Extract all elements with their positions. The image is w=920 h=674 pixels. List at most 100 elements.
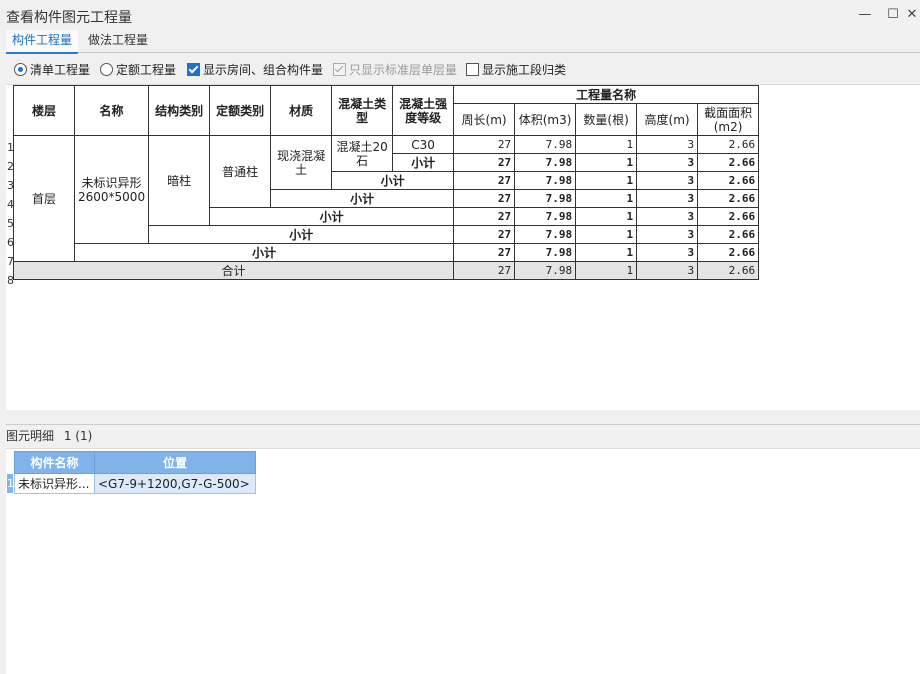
header-floor[interactable]: 楼层 bbox=[13, 85, 75, 136]
header-height[interactable]: 高度(m) bbox=[636, 103, 699, 136]
radio-unselected-icon bbox=[100, 63, 113, 76]
cell-volume[interactable]: 7.98 bbox=[514, 243, 577, 262]
radio-quota-quantity[interactable]: 定额工程量 bbox=[100, 60, 176, 80]
cell-area[interactable]: 2.66 bbox=[697, 135, 760, 154]
cell-height[interactable]: 3 bbox=[636, 207, 699, 226]
header-quantity-name[interactable]: 工程量名称 bbox=[453, 85, 760, 104]
window-title: 查看构件图元工程量 bbox=[6, 10, 132, 26]
cell-count[interactable]: 1 bbox=[575, 207, 638, 226]
detail-panel: 1 构件名称 位置 未标识异形... <G7-9+1200,G7-G-500> bbox=[6, 448, 920, 674]
table-row-total[interactable]: 合计 27 7.98 1 3 2.66 bbox=[12, 261, 760, 280]
header-perimeter[interactable]: 周长(m) bbox=[453, 103, 516, 136]
tab-component-quantity[interactable]: 构件工程量 bbox=[6, 30, 79, 54]
detail-count: 1 (1) bbox=[63, 429, 93, 443]
cell-quota-type[interactable]: 普通柱 bbox=[209, 135, 272, 208]
radio-quota-label: 定额工程量 bbox=[116, 63, 177, 77]
cell-perimeter[interactable]: 27 bbox=[453, 135, 516, 154]
checkbox-show-rooms[interactable]: 显示房间、组合构件量 bbox=[187, 60, 323, 80]
cell-subtotal[interactable]: 小计 bbox=[331, 171, 455, 190]
header-concrete-type[interactable]: 混凝土类型 bbox=[331, 85, 394, 136]
cell-area[interactable]: 2.66 bbox=[697, 225, 760, 244]
cell-count[interactable]: 1 bbox=[575, 261, 638, 280]
cell-count[interactable]: 1 bbox=[575, 171, 638, 190]
cell-volume[interactable]: 7.98 bbox=[514, 153, 577, 172]
cell-volume[interactable]: 7.98 bbox=[514, 225, 577, 244]
checkbox-show-sections[interactable]: 显示施工段归类 bbox=[466, 60, 566, 80]
cell-height[interactable]: 3 bbox=[636, 189, 699, 208]
cell-concrete-type[interactable]: 混凝土20石 bbox=[331, 135, 394, 172]
cell-area[interactable]: 2.66 bbox=[697, 207, 760, 226]
cell-struct-type[interactable]: 暗柱 bbox=[148, 135, 211, 226]
cell-volume[interactable]: 7.98 bbox=[514, 207, 577, 226]
cell-perimeter[interactable]: 27 bbox=[453, 261, 516, 280]
cell-count[interactable]: 1 bbox=[575, 225, 638, 244]
cell-perimeter[interactable]: 27 bbox=[453, 153, 516, 172]
header-quota-type[interactable]: 定额类别 bbox=[209, 85, 272, 136]
maximize-icon[interactable]: ☐ bbox=[883, 6, 903, 24]
table-row[interactable]: 首层 未标识异形2600*5000 暗柱 普通柱 现浇混凝土 混凝土20石 C3… bbox=[13, 135, 760, 262]
cell-volume[interactable]: 7.98 bbox=[514, 135, 577, 154]
cell-volume[interactable]: 7.98 bbox=[514, 261, 577, 280]
cell-height[interactable]: 3 bbox=[636, 171, 699, 190]
cell-count[interactable]: 1 bbox=[575, 135, 638, 154]
cell-subtotal[interactable]: 小计 bbox=[73, 243, 455, 262]
minimize-icon[interactable]: — bbox=[855, 6, 875, 24]
header-material[interactable]: 材质 bbox=[270, 85, 333, 136]
detail-header-position[interactable]: 位置 bbox=[94, 451, 256, 474]
header-name[interactable]: 名称 bbox=[73, 85, 150, 136]
cell-height[interactable]: 3 bbox=[636, 243, 699, 262]
cell-perimeter[interactable]: 27 bbox=[453, 189, 516, 208]
radio-selected-icon bbox=[14, 63, 27, 76]
show-sections-label: 显示施工段归类 bbox=[482, 63, 567, 77]
detail-header-name[interactable]: 构件名称 bbox=[14, 451, 95, 474]
show-rooms-label: 显示房间、组合构件量 bbox=[203, 63, 324, 77]
header-struct-type[interactable]: 结构类别 bbox=[148, 85, 211, 136]
cell-count[interactable]: 1 bbox=[575, 153, 638, 172]
detail-row[interactable]: 未标识异形... <G7-9+1200,G7-G-500> bbox=[14, 473, 256, 494]
detail-cell-position[interactable]: <G7-9+1200,G7-G-500> bbox=[94, 473, 256, 494]
checkbox-unchecked-icon bbox=[466, 63, 479, 76]
cell-count[interactable]: 1 bbox=[575, 189, 638, 208]
cell-subtotal[interactable]: 小计 bbox=[392, 153, 455, 172]
table-row[interactable]: 小计 27 7.98 1 3 2.66 bbox=[14, 243, 760, 262]
cell-total[interactable]: 合计 bbox=[12, 261, 455, 280]
cell-volume[interactable]: 7.98 bbox=[514, 189, 577, 208]
detail-row-number: 1 bbox=[7, 474, 14, 493]
cell-area[interactable]: 2.66 bbox=[697, 189, 760, 208]
cell-height[interactable]: 3 bbox=[636, 153, 699, 172]
detail-cell-name[interactable]: 未标识异形... bbox=[14, 473, 95, 494]
cell-height[interactable]: 3 bbox=[636, 225, 699, 244]
radio-list-label: 清单工程量 bbox=[30, 63, 91, 77]
cell-height[interactable]: 3 bbox=[636, 135, 699, 154]
cell-material[interactable]: 现浇混凝土 bbox=[270, 135, 333, 190]
only-standard-label: 只显示标准层单层量 bbox=[349, 63, 458, 77]
quantity-panel: 1 2 3 4 5 6 7 8 楼层 名称 结构类别 定额类别 材质 混凝土类型… bbox=[6, 84, 920, 411]
header-area[interactable]: 截面面积(m2) bbox=[697, 103, 760, 136]
cell-perimeter[interactable]: 27 bbox=[453, 207, 516, 226]
cell-height[interactable]: 3 bbox=[636, 261, 699, 280]
cell-count[interactable]: 1 bbox=[575, 243, 638, 262]
tab-method-quantity[interactable]: 做法工程量 bbox=[82, 30, 154, 52]
cell-area[interactable]: 2.66 bbox=[697, 261, 760, 280]
cell-perimeter[interactable]: 27 bbox=[453, 243, 516, 262]
cell-subtotal[interactable]: 小计 bbox=[270, 189, 455, 208]
cell-volume[interactable]: 7.98 bbox=[514, 171, 577, 190]
close-icon[interactable]: ✕ bbox=[905, 6, 919, 24]
panel-splitter[interactable] bbox=[6, 410, 920, 425]
header-volume[interactable]: 体积(m3) bbox=[514, 103, 577, 136]
header-count[interactable]: 数量(根) bbox=[575, 103, 638, 136]
title-bar: 查看构件图元工程量 — ☐ ✕ bbox=[0, 0, 920, 30]
cell-floor[interactable]: 首层 bbox=[13, 135, 75, 262]
cell-name[interactable]: 未标识异形2600*5000 bbox=[73, 135, 150, 244]
cell-perimeter[interactable]: 27 bbox=[453, 225, 516, 244]
cell-area[interactable]: 2.66 bbox=[697, 243, 760, 262]
cell-subtotal[interactable]: 小计 bbox=[209, 207, 455, 226]
cell-concrete-grade[interactable]: C30 bbox=[392, 135, 455, 154]
header-concrete-grade[interactable]: 混凝土强度等级 bbox=[392, 85, 455, 136]
detail-label: 图元明细 bbox=[6, 429, 55, 443]
cell-area[interactable]: 2.66 bbox=[697, 153, 760, 172]
cell-perimeter[interactable]: 27 bbox=[453, 171, 516, 190]
cell-subtotal[interactable]: 小计 bbox=[148, 225, 455, 244]
radio-list-quantity[interactable]: 清单工程量 bbox=[14, 60, 90, 80]
cell-area[interactable]: 2.66 bbox=[697, 171, 760, 190]
